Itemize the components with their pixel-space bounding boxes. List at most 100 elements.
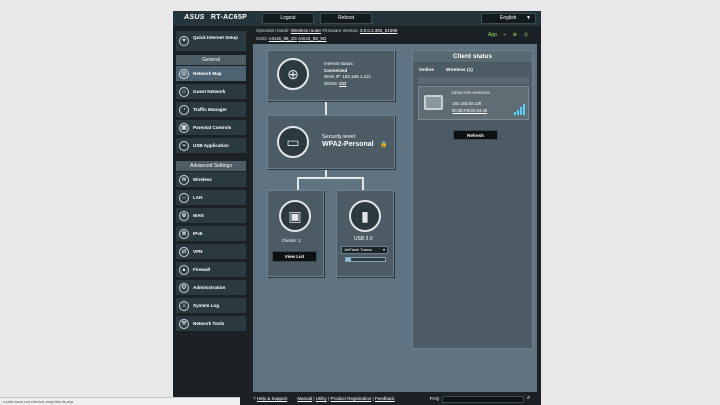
utility-link[interactable]: Utility: [316, 396, 327, 401]
wifi-icon: ≋: [179, 175, 189, 185]
model-name: RT-AC65P: [210, 14, 248, 21]
sidebar-item-parental-controls[interactable]: ▣ Parental Controls: [176, 120, 246, 136]
signal-strength-icon: [514, 104, 525, 115]
faq-label: FAQ: [430, 396, 440, 401]
router-icon[interactable]: ▭: [277, 126, 309, 158]
sidebar-item-label: Wireless: [193, 177, 212, 182]
wan-ip-label: WAN IP:: [324, 74, 342, 79]
sidebar-item-traffic-manager[interactable]: ◔ Traffic Manager: [176, 102, 246, 118]
quick-internet-setup[interactable]: ✦ Quick Internet Setup: [176, 31, 246, 51]
sidebar-item-firewall[interactable]: ▲ Firewall: [176, 262, 246, 278]
advanced-header: Advanced Settings: [176, 161, 246, 171]
globe-icon: ◎: [179, 69, 189, 79]
ssid-info: SSID: ASUS_88_2G ASUS_88_5G: [256, 36, 326, 41]
lock-icon: ▣: [179, 123, 189, 133]
ssid-2g-link[interactable]: ASUS_88_2G: [269, 36, 297, 41]
asus-logo: ASUS: [184, 14, 205, 21]
internet-status-icon[interactable]: ⊕: [513, 32, 517, 38]
device-mac[interactable]: 00:3E:F8:D2:04:48: [452, 108, 487, 115]
usb-drive-icon[interactable]: ▮: [349, 200, 381, 232]
vpn-icon: ⇄: [179, 247, 189, 257]
general-header: General: [176, 55, 246, 65]
sidebar-item-label: WAN: [193, 213, 204, 218]
firewall-icon: ▲: [179, 265, 189, 275]
ssid-5g-link[interactable]: ASUS_88_5G: [298, 36, 326, 41]
sidebar-item-label: Network Tools: [193, 321, 225, 326]
ddns-label: DDNS:: [324, 80, 339, 86]
usb-device-select[interactable]: JetFlash Transc ▾: [341, 246, 388, 254]
tab-online[interactable]: Online: [419, 68, 434, 73]
client-status-title: Client status: [413, 51, 532, 62]
guest-icon: ☺: [179, 87, 189, 97]
ssid-label: SSID:: [256, 36, 268, 41]
op-mode-link[interactable]: Wireless router: [291, 28, 321, 33]
sidebar-item-network-tools[interactable]: ⚒ Network Tools: [176, 316, 246, 332]
sidebar-item-label: USB Application: [193, 143, 229, 148]
language-value: English: [500, 15, 517, 21]
wire-branch: [297, 177, 364, 179]
usb-label: USB 3.0: [354, 236, 373, 242]
product-registration-link[interactable]: Product Registration: [330, 396, 371, 401]
sidebar-item-label: System Log: [193, 303, 220, 308]
sidebar-item-label: Administration: [193, 285, 226, 290]
sidebar-item-network-map[interactable]: ◎ Network Map: [176, 66, 246, 82]
share-icon[interactable]: ⤨: [523, 32, 527, 38]
chevron-down-icon: ▾: [382, 247, 385, 252]
gauge-icon: ◔: [179, 105, 189, 115]
view-list-button[interactable]: View List: [272, 251, 317, 262]
firmware-label: Firmware Version:: [322, 28, 359, 33]
logout-button[interactable]: Logout: [262, 13, 314, 24]
usb-icon: ⌁: [179, 141, 189, 151]
sidebar-item-administration[interactable]: ⚙ Administration: [176, 280, 246, 296]
manual-link[interactable]: Manual: [297, 396, 312, 401]
refresh-button[interactable]: Refresh: [453, 130, 498, 140]
sidebar-item-usb-application[interactable]: ⌁ USB Application: [176, 138, 246, 154]
sidebar-item-wireless[interactable]: ≋ Wireless: [176, 172, 246, 188]
sidebar-item-label: Traffic Manager: [193, 107, 227, 112]
search-icon[interactable]: ⌕: [527, 395, 537, 404]
sidebar-item-wan[interactable]: ⊕ WAN: [176, 208, 246, 224]
sidebar-item-guest-network[interactable]: ☺ Guest Network: [176, 84, 246, 100]
lock-icon: 🔒: [380, 142, 388, 148]
log-icon: ≡: [179, 301, 189, 311]
footer-links: ? Help & Support Manual | Utility | Prod…: [253, 396, 395, 401]
monitor-icon[interactable]: ▣: [279, 200, 311, 232]
device-name: DESKTOP-9HS0D94: [452, 90, 490, 95]
security-level-value: WPA2-Personal: [322, 141, 374, 148]
faq-search-input[interactable]: [442, 396, 524, 403]
internet-status: Internet status: Connected WAN IP: 192.1…: [324, 61, 371, 87]
tools-icon: ⚒: [179, 319, 189, 329]
internet-globe-icon[interactable]: ⊕: [277, 58, 309, 90]
wand-icon: ✦: [179, 36, 189, 46]
device-computer-icon: [424, 95, 443, 110]
ipv6-icon: ⊗: [179, 229, 189, 239]
language-select[interactable]: English ▼: [481, 13, 536, 24]
client-list-header: [418, 77, 529, 84]
status-icons: App ⌁ ⊕ ⤨: [488, 32, 532, 38]
tab-wireless[interactable]: Wireless (1): [446, 68, 473, 73]
device-ip: 192.168.50.139: [452, 101, 482, 106]
sidebar-item-lan[interactable]: ⌂ LAN: [176, 190, 246, 206]
app-label[interactable]: App: [488, 32, 497, 38]
sidebar-item-vpn[interactable]: ⇄ VPN: [176, 244, 246, 260]
quick-setup-label: Quick Internet Setup: [193, 35, 238, 40]
usb-usage-bar: [345, 257, 386, 262]
chevron-down-icon: ▼: [526, 15, 531, 21]
sidebar-item-label: Guest Network: [193, 89, 226, 94]
usb-status-icon[interactable]: ⌁: [503, 32, 506, 38]
security-level-label: Security level:: [322, 134, 357, 140]
sidebar-item-label: LAN: [193, 195, 203, 200]
help-icon: ?: [253, 396, 256, 401]
ddns-go-link[interactable]: GO: [339, 81, 346, 86]
reboot-button[interactable]: Reboot: [320, 13, 372, 24]
wire-router-trunk: [325, 169, 327, 177]
usb-usage-fill: [346, 258, 351, 261]
wan-globe-icon: ⊕: [179, 211, 189, 221]
sidebar-item-system-log[interactable]: ≡ System Log: [176, 298, 246, 314]
admin-icon: ⚙: [179, 283, 189, 293]
sidebar-item-ipv6[interactable]: ⊗ IPv6: [176, 226, 246, 242]
wire-clients: [297, 177, 299, 190]
firmware-link[interactable]: 3.0.0.4.382_51599: [360, 28, 398, 33]
help-support-link[interactable]: Help & Support: [257, 396, 288, 401]
feedback-link[interactable]: Feedback: [375, 396, 395, 401]
